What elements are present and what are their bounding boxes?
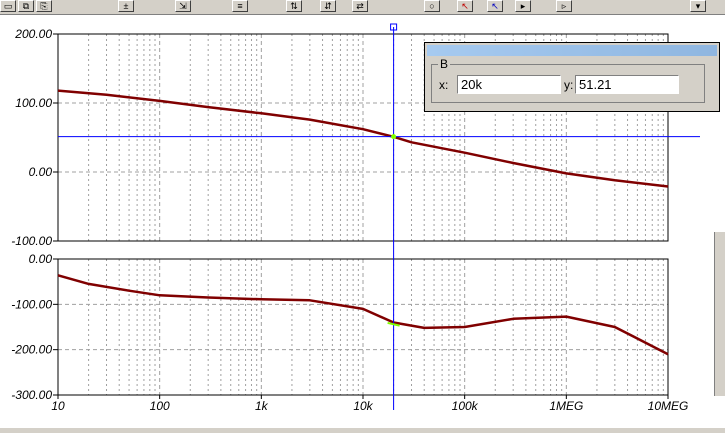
x-tick-label: 100k — [452, 399, 479, 413]
cursor-b-legend: B — [440, 57, 449, 71]
x-tick-label: 10MEG — [648, 399, 689, 413]
axis-y1-icon[interactable]: ⇅ — [286, 0, 302, 12]
chevron-down-icon[interactable]: ▾ — [690, 0, 706, 12]
x-value-field[interactable]: 20k — [457, 75, 561, 94]
y-tick-label: 100.00 — [15, 96, 52, 110]
x-tick-label: 10k — [353, 399, 373, 413]
zoom-icon[interactable]: ± — [118, 0, 134, 12]
axis-y2-icon[interactable]: ⇵ — [320, 0, 336, 12]
axis-x-icon[interactable]: ⇄ — [352, 0, 368, 12]
y-value-field[interactable]: 51.21 — [575, 75, 679, 94]
cursor-a-icon[interactable]: ↖ — [457, 0, 473, 12]
x-tick-label: 1k — [255, 399, 269, 413]
next-icon[interactable]: ▹ — [556, 0, 572, 12]
y-tick-label: -300.00 — [11, 388, 52, 402]
cursor-marker — [391, 134, 397, 140]
y-label: y: — [564, 78, 574, 92]
y-tick-label: 200.00 — [14, 27, 52, 41]
zoom-100-icon[interactable]: ⇲ — [175, 0, 191, 12]
cursor-readout-window[interactable]: B x: 20k y: 51.21 — [424, 42, 720, 112]
window-icon[interactable]: ▭ — [0, 0, 16, 12]
y-tick-label: 0.00 — [29, 252, 53, 266]
x-tick-label: 1MEG — [549, 399, 583, 413]
y-tick-label: -100.00 — [11, 234, 52, 248]
grid-icon[interactable]: ≡ — [232, 0, 248, 12]
y-tick-label: 0.00 — [29, 165, 53, 179]
x-tick-label: 10 — [51, 399, 65, 413]
paste-icon[interactable]: ⎘ — [36, 0, 52, 12]
y-tick-label: -100.00 — [11, 297, 52, 311]
x-label: x: — [439, 78, 449, 92]
y-tick-label: -200.00 — [11, 343, 52, 357]
x-tick-label: 100 — [150, 399, 170, 413]
copy-icon[interactable]: ⧉ — [18, 0, 34, 12]
scrollbar-strip[interactable] — [714, 232, 725, 396]
cursor-b-icon[interactable]: ↖ — [487, 0, 503, 12]
play-icon[interactable]: ▸ — [515, 0, 531, 12]
toolbar: ▭ ⧉ ⎘ ± ⇲ ≡ ⇅ ⇵ ⇄ ○ ↖ ↖ ▸ ▹ ▾ — [0, 0, 725, 15]
circle-icon[interactable]: ○ — [424, 0, 440, 12]
cursor-window-titlebar[interactable] — [427, 45, 717, 56]
